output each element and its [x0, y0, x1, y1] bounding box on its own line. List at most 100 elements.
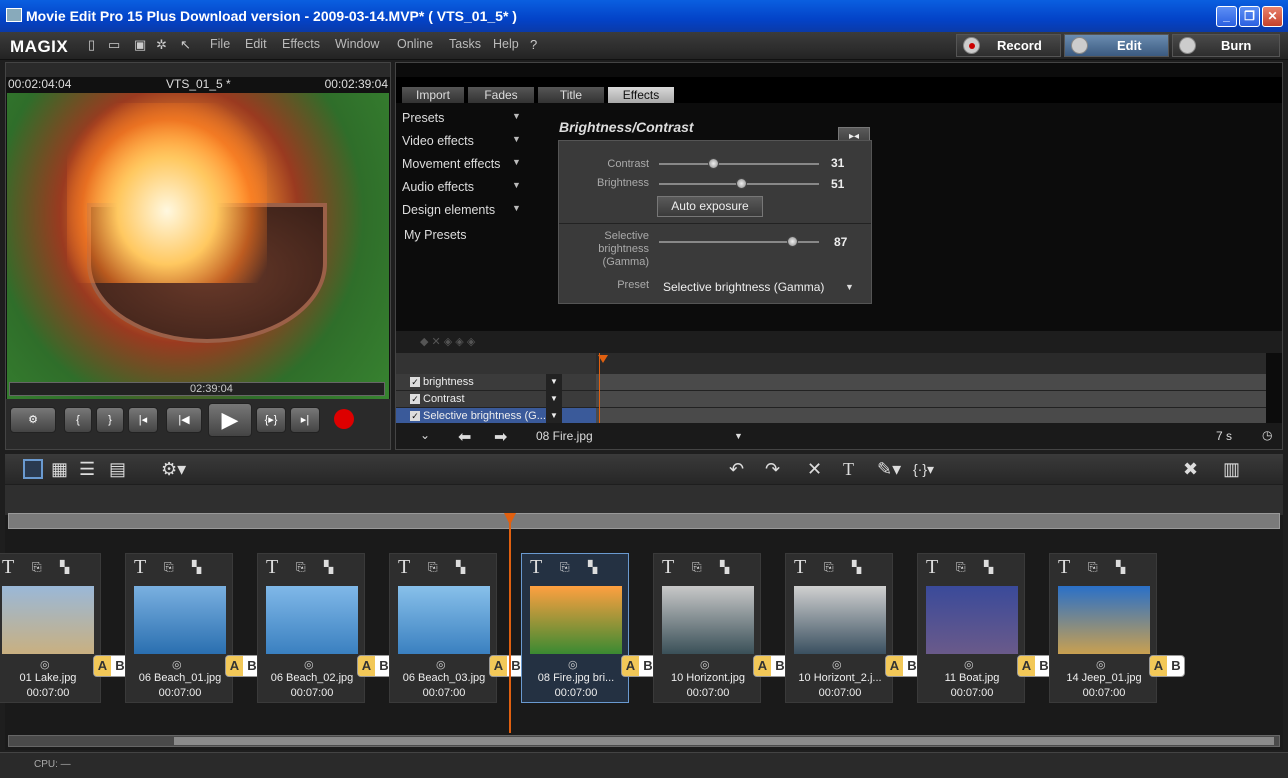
title-text-icon[interactable]: T	[134, 556, 146, 579]
transition-ab-button[interactable]: AB	[885, 655, 921, 677]
clip-thumbnail[interactable]	[926, 586, 1018, 654]
clip-thumbnail[interactable]	[2, 586, 94, 654]
title-text-icon[interactable]: T	[398, 556, 410, 579]
skip-back-button[interactable]: |◀	[166, 407, 202, 433]
next-marker-button[interactable]: ▸|	[290, 407, 320, 433]
film-reel-menu-icon[interactable]: ⚙▾	[161, 459, 186, 479]
title-text-icon[interactable]: T	[1058, 556, 1070, 579]
transition-icon[interactable]: ⎘	[692, 560, 702, 575]
transition-ab-button[interactable]: AB	[225, 655, 261, 677]
title-text-icon[interactable]: T	[662, 556, 674, 579]
settings-icon[interactable]: ✲	[156, 38, 170, 52]
transition-icon[interactable]: ⎘	[32, 560, 42, 575]
menu-window[interactable]: Window	[335, 37, 379, 51]
title-text-icon[interactable]: T	[266, 556, 278, 579]
close-button[interactable]: ✕	[1262, 6, 1283, 27]
selective-brightness-knob[interactable]	[787, 236, 798, 247]
effects-icon[interactable]: ▚	[324, 560, 333, 574]
transition-ab-button[interactable]: AB	[489, 655, 525, 677]
burn-mode-button[interactable]: Burn	[1172, 34, 1280, 57]
mark-in-button[interactable]: {	[64, 407, 92, 433]
clip-card[interactable]: T ⎘ ▚ ◎ 10 Horizont_2.j... 00:07:00	[785, 553, 893, 703]
redo-icon[interactable]: ↷	[765, 459, 780, 479]
record-mode-button[interactable]: Record	[956, 34, 1061, 57]
new-file-icon[interactable]: ▯	[88, 38, 102, 52]
effects-icon[interactable]: ▚	[852, 560, 861, 574]
undo-icon[interactable]: ↶	[729, 459, 744, 479]
record-button[interactable]	[334, 409, 354, 429]
transition-ab-button[interactable]: AB	[1149, 655, 1185, 677]
transition-icon[interactable]: ⎘	[956, 560, 966, 575]
clip-thumbnail[interactable]	[398, 586, 490, 654]
title-text-icon[interactable]: T	[2, 556, 14, 579]
keyframe-row-brightness[interactable]: ✓ brightness ▼	[396, 374, 596, 391]
menu-tasks[interactable]: Tasks	[449, 37, 481, 51]
effects-icon[interactable]: ▚	[720, 560, 729, 574]
timeline-view-icon[interactable]: ▤	[109, 459, 126, 479]
effects-icon[interactable]: ▚	[192, 560, 201, 574]
expand-icon[interactable]: ⌄	[420, 428, 430, 442]
clip-card[interactable]: T ⎘ ▚ ◎ 06 Beach_01.jpg 00:07:00	[125, 553, 233, 703]
title-text-icon[interactable]: T	[530, 556, 542, 579]
transition-icon[interactable]: ⎘	[164, 560, 174, 575]
horizontal-scrollbar[interactable]	[8, 735, 1280, 747]
effects-icon[interactable]: ▚	[1116, 560, 1125, 574]
effects-icon[interactable]: ▚	[984, 560, 993, 574]
preview-scrubber[interactable]: 02:39:04	[9, 382, 385, 396]
play-range-button[interactable]: {▸}	[256, 407, 286, 433]
tab-title[interactable]: Title	[538, 87, 604, 103]
edit-mode-button[interactable]: Edit	[1064, 34, 1169, 57]
contrast-slider[interactable]	[659, 158, 819, 169]
cut-tool-icon[interactable]: ✎▾	[877, 459, 901, 479]
clip-thumbnail[interactable]	[266, 586, 358, 654]
auto-exposure-button[interactable]: Auto exposure	[657, 196, 763, 217]
transition-ab-button[interactable]: AB	[357, 655, 393, 677]
fx-cat-design[interactable]: Design elements ▼	[402, 203, 521, 217]
keyframe-row-contrast[interactable]: ✓ Contrast ▼	[396, 391, 596, 408]
fx-cat-audio[interactable]: Audio effects ▼	[402, 180, 521, 194]
brightness-slider[interactable]	[659, 178, 819, 189]
keyframe-track[interactable]	[596, 391, 1266, 408]
scroll-thumb[interactable]	[174, 737, 1274, 745]
storyboard-view-icon[interactable]	[23, 459, 43, 479]
transition-ab-button[interactable]: AB	[1017, 655, 1053, 677]
clip-thumbnail[interactable]	[794, 586, 886, 654]
transition-icon[interactable]: ⎘	[560, 560, 570, 575]
selective-brightness-slider[interactable]	[659, 236, 819, 247]
transition-icon[interactable]: ⎘	[1088, 560, 1098, 575]
open-folder-icon[interactable]: ▭	[108, 38, 122, 52]
play-button[interactable]: ▶	[208, 403, 252, 437]
current-clip-name[interactable]: 08 Fire.jpg	[536, 429, 593, 443]
title-text-icon[interactable]: T	[794, 556, 806, 579]
clip-card[interactable]: T ⎘ ▚ ◎ 06 Beach_02.jpg 00:07:00	[257, 553, 365, 703]
menu-help[interactable]: Help	[493, 37, 519, 51]
tab-import[interactable]: Import	[402, 87, 464, 103]
next-arrow-icon[interactable]: ➡	[494, 427, 507, 447]
fx-cat-mypresets[interactable]: My Presets	[404, 228, 467, 242]
brightness-knob[interactable]	[736, 178, 747, 189]
prev-arrow-icon[interactable]: ⬅	[458, 427, 471, 447]
clip-thumbnail[interactable]	[134, 586, 226, 654]
fx-cat-video[interactable]: Video effects ▼	[402, 134, 521, 148]
clip-thumbnail[interactable]	[1058, 586, 1150, 654]
minimize-button[interactable]: _	[1216, 6, 1237, 27]
maximize-button[interactable]: ❐	[1239, 6, 1260, 27]
effects-icon[interactable]: ▚	[60, 560, 69, 574]
contrast-knob[interactable]	[708, 158, 719, 169]
delete-icon[interactable]: ✕	[807, 459, 822, 479]
clip-thumbnail[interactable]	[530, 586, 622, 654]
title-text-icon[interactable]: T	[843, 459, 854, 479]
clip-card[interactable]: T ⎘ ▚ ◎ 10 Horizont.jpg 00:07:00	[653, 553, 761, 703]
keyframe-tools-icon[interactable]: ◆ ✕ ◈ ◈ ◈	[420, 335, 475, 348]
mark-out-button[interactable]: }	[96, 407, 124, 433]
clip-card[interactable]: T ⎘ ▚ ◎ 14 Jeep_01.jpg 00:07:00	[1049, 553, 1157, 703]
menu-online[interactable]: Online	[397, 37, 433, 51]
clip-card[interactable]: T ⎘ ▚ ◎ 06 Beach_03.jpg 00:07:00	[389, 553, 497, 703]
effects-icon[interactable]: ▚	[588, 560, 597, 574]
storyboard-ruler[interactable]	[8, 513, 1280, 529]
clock-icon[interactable]: ◷	[1262, 428, 1272, 442]
fx-cat-presets[interactable]: Presets ▼	[402, 111, 521, 125]
list-view-icon[interactable]: ☰	[79, 459, 95, 479]
preset-dropdown-icon[interactable]: ▼	[845, 282, 854, 292]
help-pointer-icon[interactable]: ↖	[180, 38, 194, 52]
